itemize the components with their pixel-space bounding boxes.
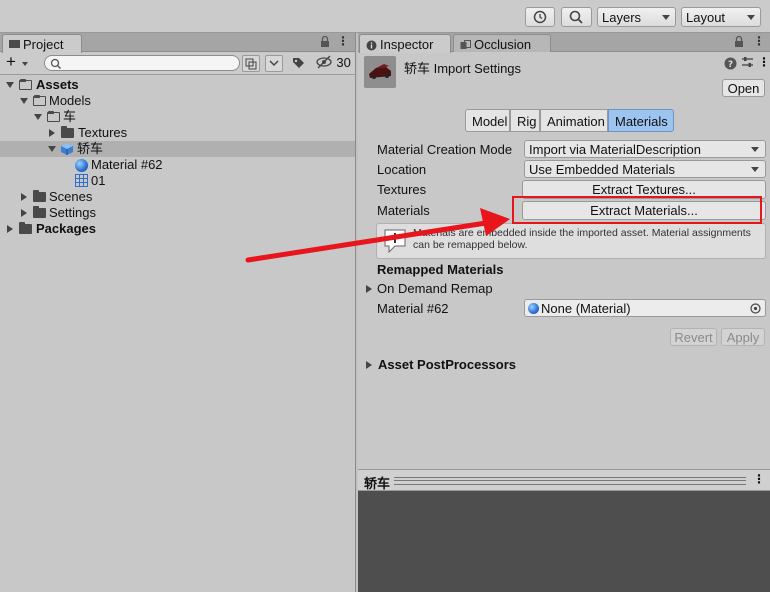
annotation-arrow-icon [245,208,510,263]
